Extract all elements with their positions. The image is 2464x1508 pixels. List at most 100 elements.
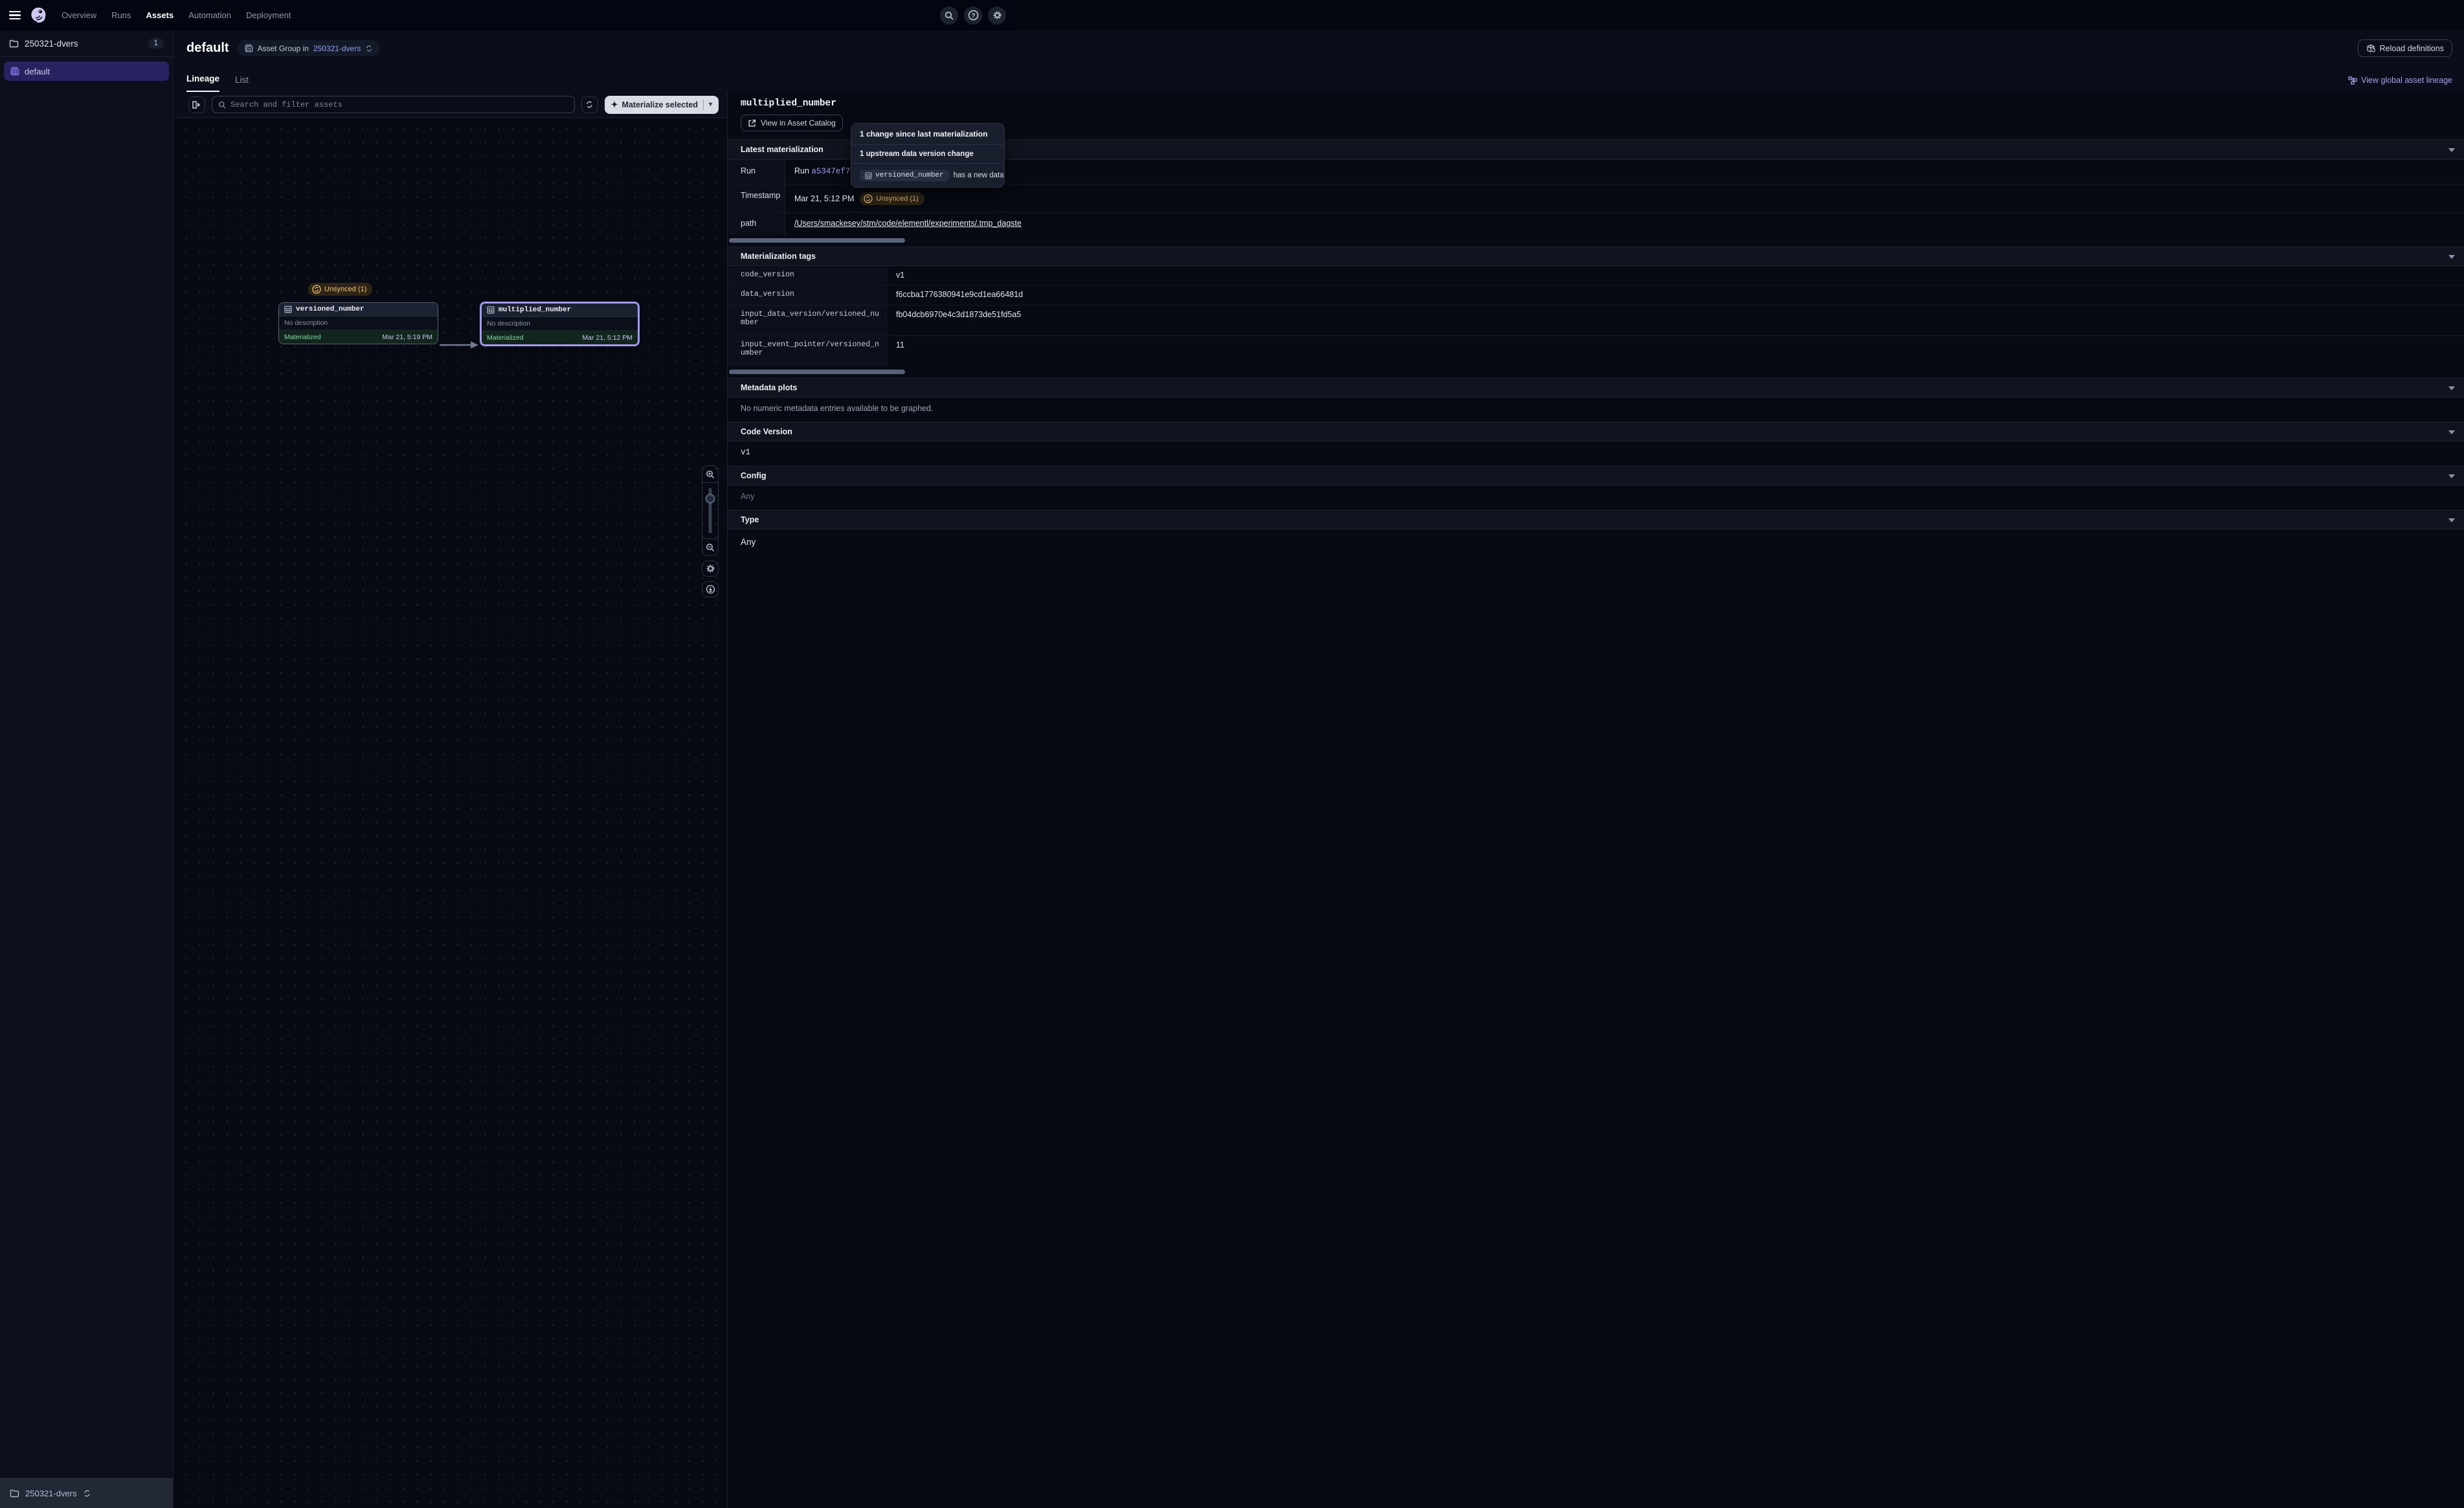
asset-chip[interactable]: versioned_number bbox=[860, 170, 949, 181]
view-global-asset-lineage-link[interactable]: View global asset lineage bbox=[2348, 76, 2452, 85]
download-circle-icon bbox=[706, 584, 715, 594]
horizontal-scrollbar[interactable] bbox=[729, 370, 905, 374]
sidebar-group-row[interactable]: 250321-dvers 1 bbox=[0, 30, 173, 57]
lineage-edge-arrow bbox=[440, 340, 480, 350]
chevron-down-icon[interactable] bbox=[2448, 386, 2455, 390]
path-link[interactable]: /Users/smackesey/stm/code/elementl/exper… bbox=[794, 219, 1022, 228]
config-value: Any bbox=[728, 485, 2464, 510]
popover-detail-text: has a new data version bbox=[954, 172, 1005, 179]
code-version-value: v1 bbox=[728, 441, 2464, 466]
external-link-icon bbox=[748, 119, 756, 128]
help-button[interactable]: ? bbox=[964, 6, 982, 25]
nav-item-deployment[interactable]: Deployment bbox=[246, 10, 291, 20]
recenter-download-button[interactable] bbox=[702, 581, 719, 597]
unsynced-badge[interactable]: Unsynced (1) bbox=[860, 192, 924, 205]
reload-definitions-label: Reload definitions bbox=[2380, 44, 2444, 53]
section-title: Latest materialization bbox=[741, 145, 823, 154]
graph-settings-button[interactable] bbox=[702, 560, 719, 577]
zoom-slider-handle[interactable] bbox=[706, 494, 715, 504]
graph-toolbar: ✦ Materialize selected ▾ bbox=[174, 92, 727, 118]
run-id-link[interactable]: a5347ef7 bbox=[811, 167, 850, 176]
table-row: path /Users/smackesey/stm/code/elementl/… bbox=[728, 213, 2464, 235]
asset-node-multiplied-number[interactable]: multiplied_number No description Materia… bbox=[480, 302, 640, 346]
expand-panel-button[interactable] bbox=[188, 96, 205, 113]
nav-item-assets[interactable]: Assets bbox=[146, 10, 174, 20]
horizontal-scrollbar[interactable] bbox=[729, 238, 905, 243]
chevron-down-icon[interactable] bbox=[2448, 148, 2455, 152]
badge-group-link[interactable]: 250321-dvers bbox=[313, 44, 361, 53]
folder-icon bbox=[9, 39, 19, 48]
zoom-in-icon bbox=[706, 470, 715, 479]
tab-lineage[interactable]: Lineage bbox=[186, 74, 219, 92]
chevron-down-icon[interactable] bbox=[2448, 518, 2455, 522]
tag-key: data_version bbox=[728, 285, 887, 305]
chevron-down-icon[interactable] bbox=[2448, 430, 2455, 434]
section-title: Code Version bbox=[741, 427, 792, 436]
sync-icon[interactable] bbox=[365, 45, 373, 52]
popover-title: 1 change since last materialization bbox=[851, 124, 1004, 145]
tag-value: fb04dcb6970e4c3d1873de51fd5a5 bbox=[887, 305, 2464, 335]
row-key: Timestamp bbox=[728, 184, 785, 212]
row-key: path bbox=[728, 213, 785, 235]
table-row: data_version f6ccba1776380941e9cd1ea6648… bbox=[728, 285, 2464, 305]
run-prefix: Run bbox=[794, 166, 811, 175]
section-title: Type bbox=[741, 515, 759, 524]
sidebar-group-name: 250321-dvers bbox=[25, 39, 78, 49]
chevron-down-icon[interactable] bbox=[2448, 255, 2455, 259]
materialize-selected-button[interactable]: ✦ Materialize selected ▾ bbox=[605, 96, 719, 114]
zoom-out-button[interactable] bbox=[702, 539, 718, 555]
search-button[interactable] bbox=[940, 6, 958, 25]
refresh-graph-button[interactable] bbox=[581, 96, 598, 113]
page-header: default Asset Group in 250321-dvers Relo… bbox=[174, 30, 2464, 66]
settings-button[interactable] bbox=[988, 6, 1006, 25]
search-icon bbox=[218, 101, 226, 109]
changes-popover: 1 change since last materialization 1 up… bbox=[851, 123, 1005, 188]
unsynced-badge-label: Unsynced (1) bbox=[324, 285, 366, 293]
nav-item-overview[interactable]: Overview bbox=[62, 10, 96, 20]
materialized-status: Materialized bbox=[284, 333, 321, 341]
table-icon bbox=[865, 172, 872, 179]
unsynced-badge[interactable]: Unsynced (1) bbox=[308, 283, 372, 296]
asset-node-versioned-number[interactable]: versioned_number No description Material… bbox=[278, 302, 438, 344]
graph-canvas[interactable]: Unsynced (1) versioned_number No descrip… bbox=[174, 118, 727, 1508]
table-row: code_version v1 bbox=[728, 266, 2464, 285]
zoom-out-icon bbox=[706, 543, 715, 552]
view-in-asset-catalog-button[interactable]: View in Asset Catalog bbox=[741, 115, 843, 131]
sidebar-item-default[interactable]: default bbox=[4, 61, 169, 81]
materialization-tags-table: code_version v1 data_version f6ccba17763… bbox=[728, 266, 2464, 366]
sync-icon[interactable] bbox=[83, 1489, 91, 1498]
materialize-selected-label: Materialize selected bbox=[622, 100, 698, 109]
type-value: Any bbox=[728, 529, 2464, 557]
row-value: Run a5347ef7 bbox=[785, 160, 2464, 184]
tag-key: input_data_version/versioned_number bbox=[728, 305, 887, 335]
sidebar: 250321-dvers 1 default 250321-dvers bbox=[0, 30, 174, 1508]
zoom-slider[interactable] bbox=[702, 482, 718, 539]
asset-detail-panel: multiplied_number View in Asset Catalog … bbox=[727, 92, 2464, 1508]
asset-group-icon bbox=[10, 67, 19, 76]
chevron-down-icon[interactable] bbox=[2448, 474, 2455, 478]
help-icon: ? bbox=[968, 10, 979, 21]
page-title: default bbox=[186, 41, 229, 56]
gear-icon bbox=[706, 564, 715, 573]
unsynced-icon bbox=[312, 285, 321, 294]
nav-item-runs[interactable]: Runs bbox=[111, 10, 131, 20]
section-type: Type bbox=[728, 510, 2464, 529]
dagster-logo-icon[interactable] bbox=[29, 6, 49, 25]
search-input[interactable] bbox=[230, 100, 568, 109]
sidebar-item-label: default bbox=[25, 67, 50, 76]
menu-icon[interactable] bbox=[9, 11, 21, 19]
top-nav: Overview Runs Assets Automation Deployme… bbox=[0, 0, 1015, 30]
panel-asset-title: multiplied_number bbox=[728, 92, 2464, 109]
primary-nav: Overview Runs Assets Automation Deployme… bbox=[62, 10, 291, 20]
table-row: input_event_pointer/versioned_number 11 bbox=[728, 336, 2464, 366]
zoom-in-button[interactable] bbox=[702, 466, 718, 482]
table-row: Timestamp Mar 21, 5:12 PM Unsynced (1) bbox=[728, 184, 2464, 213]
nav-item-automation[interactable]: Automation bbox=[188, 10, 231, 20]
cube-reload-icon bbox=[2366, 44, 2375, 53]
gear-icon bbox=[992, 10, 1002, 20]
reload-definitions-button[interactable]: Reload definitions bbox=[2358, 39, 2452, 57]
chevron-down-icon[interactable]: ▾ bbox=[709, 101, 712, 108]
tab-list[interactable]: List bbox=[235, 75, 249, 92]
tag-key: input_event_pointer/versioned_number bbox=[728, 336, 887, 366]
materialized-status: Materialized bbox=[487, 334, 524, 342]
